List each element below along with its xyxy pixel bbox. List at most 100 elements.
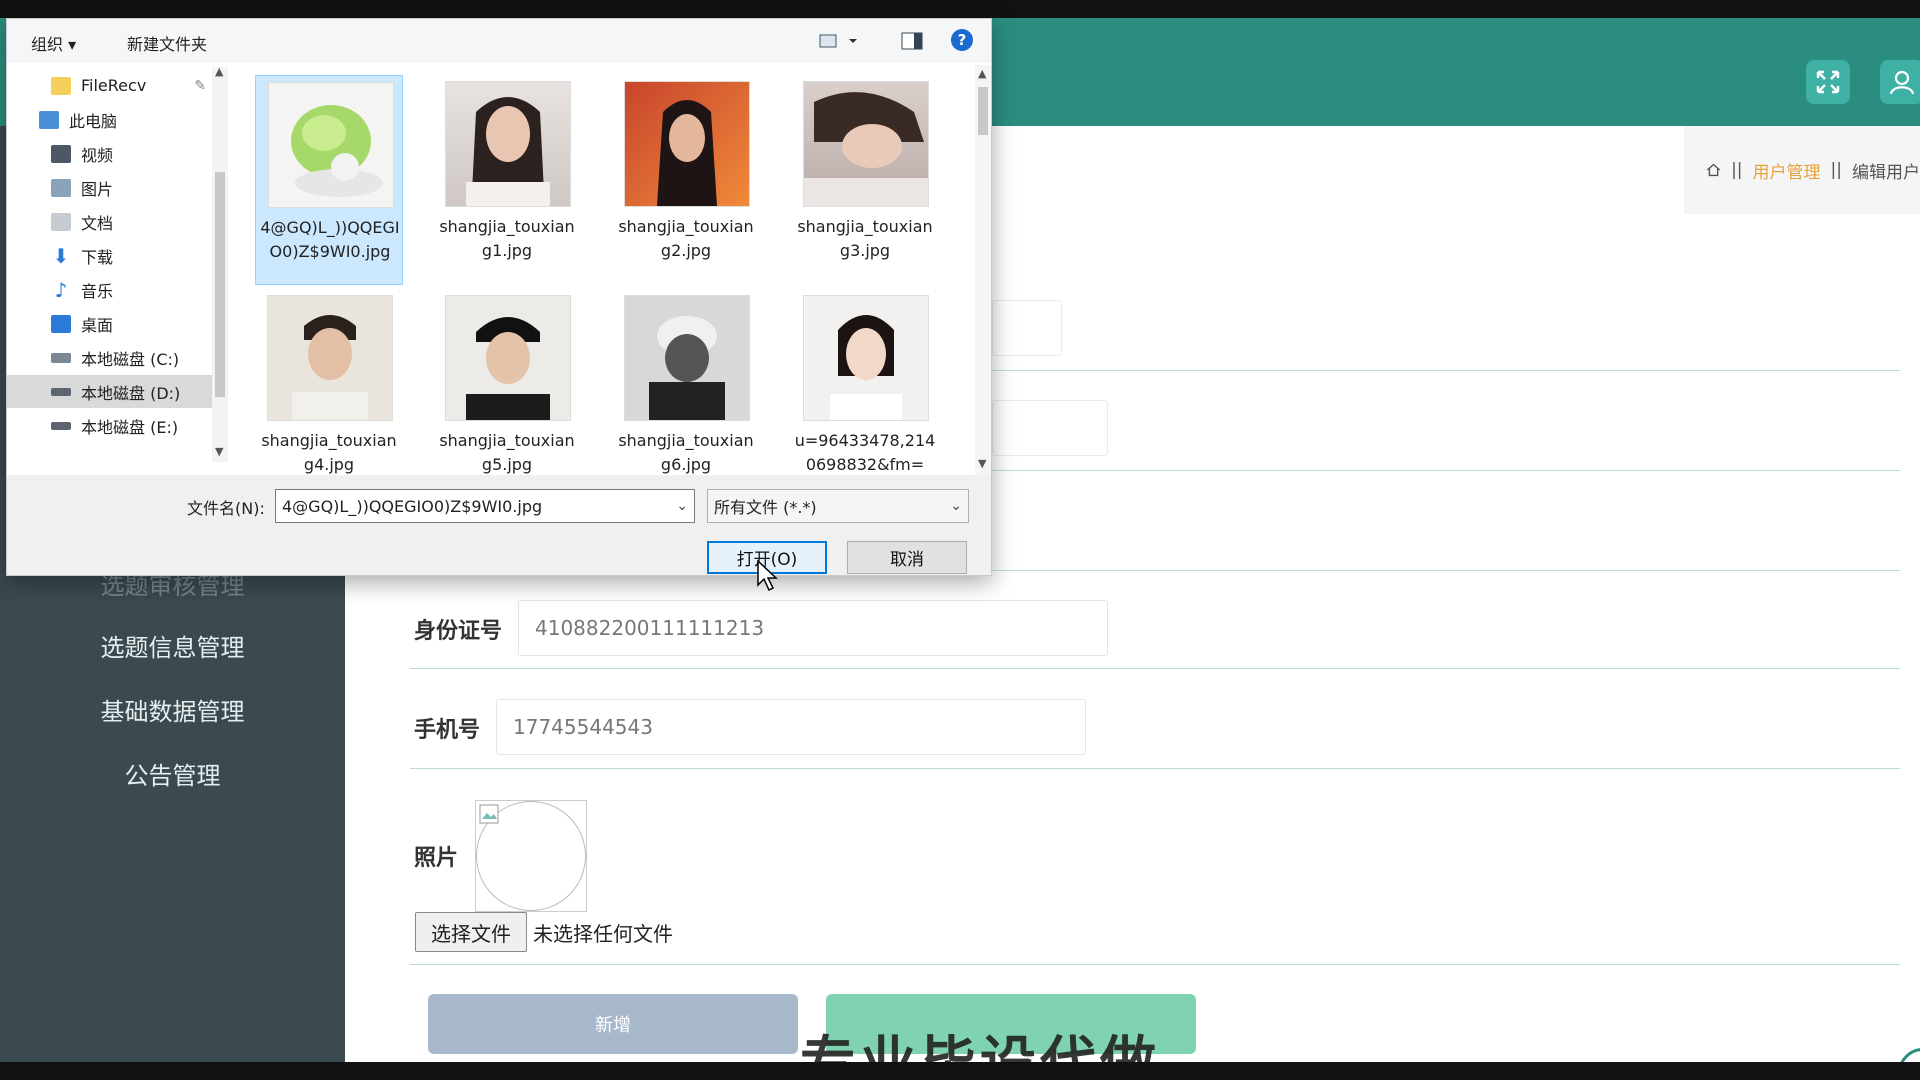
nav-item-downloads[interactable]: ⬇ 下载 <box>7 239 212 272</box>
help-button[interactable]: ? <box>951 29 973 51</box>
nav-item-label: 图片 <box>81 179 114 199</box>
navigation-pane: FileRecv ✎ 此电脑 视频 图片 文档 ⬇ 下载 ♪ 音乐 桌面 本地磁… <box>7 65 229 475</box>
file-tile[interactable]: shangjia_touxiang6.jpg <box>612 289 760 475</box>
scroll-down-icon[interactable]: ▼ <box>978 457 986 470</box>
drive-icon <box>51 387 71 396</box>
file-tile[interactable]: shangjia_touxiang4.jpg <box>255 289 403 475</box>
cabbage-dog-thumbnail <box>291 105 383 197</box>
form-divider <box>410 668 1900 669</box>
form-divider <box>410 768 1900 769</box>
filename-label: 文件名(N): <box>187 499 265 518</box>
filetype-select[interactable]: 所有文件 (*.*) ⌄ <box>707 489 969 523</box>
file-thumbnail <box>445 295 571 421</box>
file-tile[interactable]: u=96433478,2140698832&fm= <box>791 289 939 475</box>
nav-item-desktop[interactable]: 桌面 <box>7 307 212 340</box>
files-scrollbar-thumb[interactable] <box>978 87 988 135</box>
sidebar-item-announcements[interactable]: 公告管理 <box>0 760 345 792</box>
file-grid: 4@GQ)L_))QQEGIO0)Z$9WI0.jpg shangjia_tou… <box>229 65 975 475</box>
scroll-up-icon[interactable]: ▲ <box>215 65 223 78</box>
breadcrumb-page: 编辑用户 <box>1852 162 1920 183</box>
fullscreen-icon <box>1816 70 1840 94</box>
nav-scrollbar-thumb[interactable] <box>215 172 225 397</box>
nav-item-filerecv[interactable]: FileRecv ✎ <box>7 69 212 102</box>
portrait-thumbnail <box>292 315 368 420</box>
id-number-label: 身份证号 <box>414 619 503 644</box>
nav-item-music[interactable]: ♪ 音乐 <box>7 273 212 306</box>
pictures-icon <box>51 178 71 197</box>
nav-item-videos[interactable]: 视频 <box>7 137 212 170</box>
file-tile[interactable]: shangjia_touxiang5.jpg <box>433 289 581 475</box>
filetype-value: 所有文件 (*.*) <box>714 498 817 517</box>
user-button[interactable] <box>1880 60 1920 104</box>
breadcrumb-separator: || <box>1830 160 1842 180</box>
breadcrumb-separator: || <box>1731 160 1743 180</box>
file-tile[interactable]: shangjia_touxiang2.jpg <box>612 75 760 285</box>
files-scrollbar[interactable]: ▲ ▼ <box>975 65 991 475</box>
nav-scrollbar[interactable]: ▲ ▼ <box>212 65 228 462</box>
nav-item-drive-e[interactable]: 本地磁盘 (E:) <box>7 409 212 442</box>
choose-file-button[interactable]: 选择文件 <box>415 912 527 952</box>
file-name: shangjia_touxiang4.jpg <box>261 431 397 474</box>
file-tile[interactable]: 4@GQ)L_))QQEGIO0)Z$9WI0.jpg <box>255 75 403 285</box>
form-divider <box>410 964 1900 965</box>
nav-item-drive-d[interactable]: 本地磁盘 (D:) <box>7 375 212 408</box>
file-name: shangjia_touxiang5.jpg <box>439 431 575 474</box>
music-icon: ♪ <box>54 277 68 302</box>
nav-item-pictures[interactable]: 图片 <box>7 171 212 204</box>
file-open-dialog: 组织 ▾ 新建文件夹 ? FileRecv ✎ 此电脑 视频 图片 文档 ⬇ 下… <box>6 18 992 576</box>
documents-icon <box>51 212 71 231</box>
file-thumbnail <box>268 82 394 208</box>
view-menu-button[interactable] <box>819 33 861 53</box>
filename-value: 4@GQ)L_))QQEGIO0)Z$9WI0.jpg <box>282 496 543 516</box>
preview-pane-icon <box>901 32 923 50</box>
sidebar-item-base-data[interactable]: 基础数据管理 <box>0 696 345 728</box>
filename-input[interactable]: 4@GQ)L_))QQEGIO0)Z$9WI0.jpg ⌄ <box>275 489 695 523</box>
file-name: shangjia_touxiang2.jpg <box>618 217 754 260</box>
view-icon <box>819 34 857 48</box>
id-number-input[interactable]: 410882200111111213 <box>518 600 1108 656</box>
file-thumbnail <box>624 81 750 207</box>
file-tile[interactable]: shangjia_touxiang3.jpg <box>791 75 939 285</box>
nav-item-label: 本地磁盘 (E:) <box>81 417 179 437</box>
chevron-down-icon[interactable]: ⌄ <box>676 498 688 514</box>
photo-label: 照片 <box>414 846 459 871</box>
breadcrumb: || 用户管理 || 编辑用户 <box>1684 126 1920 214</box>
computer-icon <box>39 110 59 129</box>
fullscreen-button[interactable] <box>1806 60 1850 104</box>
pin-icon[interactable]: ✎ <box>194 78 206 94</box>
portrait-thumbnail <box>466 97 550 206</box>
new-folder-button[interactable]: 新建文件夹 <box>127 31 207 55</box>
download-icon: ⬇ <box>52 243 70 268</box>
file-thumbnail <box>803 81 929 207</box>
nav-item-label: 视频 <box>81 145 114 165</box>
file-name: 4@GQ)L_))QQEGIO0)Z$9WI0.jpg <box>260 218 400 261</box>
nav-item-label: 文档 <box>81 213 114 233</box>
nav-item-this-pc[interactable]: 此电脑 <box>7 103 212 136</box>
file-thumbnail <box>445 81 571 207</box>
home-icon[interactable] <box>1706 159 1721 181</box>
phone-input[interactable]: 17745544543 <box>496 699 1086 755</box>
sidebar-item-topic-info[interactable]: 选题信息管理 <box>0 632 345 664</box>
preview-pane-button[interactable] <box>901 31 923 55</box>
hidden-field[interactable] <box>992 400 1108 456</box>
portrait-thumbnail <box>649 316 725 420</box>
add-button[interactable]: 新增 <box>428 994 798 1054</box>
chevron-down-icon[interactable]: ⌄ <box>950 498 962 514</box>
scroll-up-icon[interactable]: ▲ <box>978 67 986 80</box>
file-name: shangjia_touxiang6.jpg <box>618 431 754 474</box>
phone-label: 手机号 <box>414 718 481 743</box>
portrait-thumbnail <box>804 92 928 206</box>
nav-item-documents[interactable]: 文档 <box>7 205 212 238</box>
scroll-down-icon[interactable]: ▼ <box>215 445 223 458</box>
cancel-button[interactable]: 取消 <box>847 541 967 574</box>
file-tile[interactable]: shangjia_touxiang1.jpg <box>433 75 581 285</box>
file-status: 未选择任何文件 <box>533 922 673 946</box>
mouse-cursor-icon <box>757 560 778 592</box>
organize-menu[interactable]: 组织 ▾ <box>31 31 76 55</box>
portrait-thumbnail <box>466 317 550 420</box>
nav-item-drive-c[interactable]: 本地磁盘 (C:) <box>7 341 212 374</box>
folder-icon <box>51 76 71 95</box>
breadcrumb-current[interactable]: 用户管理 <box>1753 158 1821 183</box>
nav-item-label: 此电脑 <box>69 111 118 131</box>
hidden-field[interactable] <box>992 300 1062 356</box>
